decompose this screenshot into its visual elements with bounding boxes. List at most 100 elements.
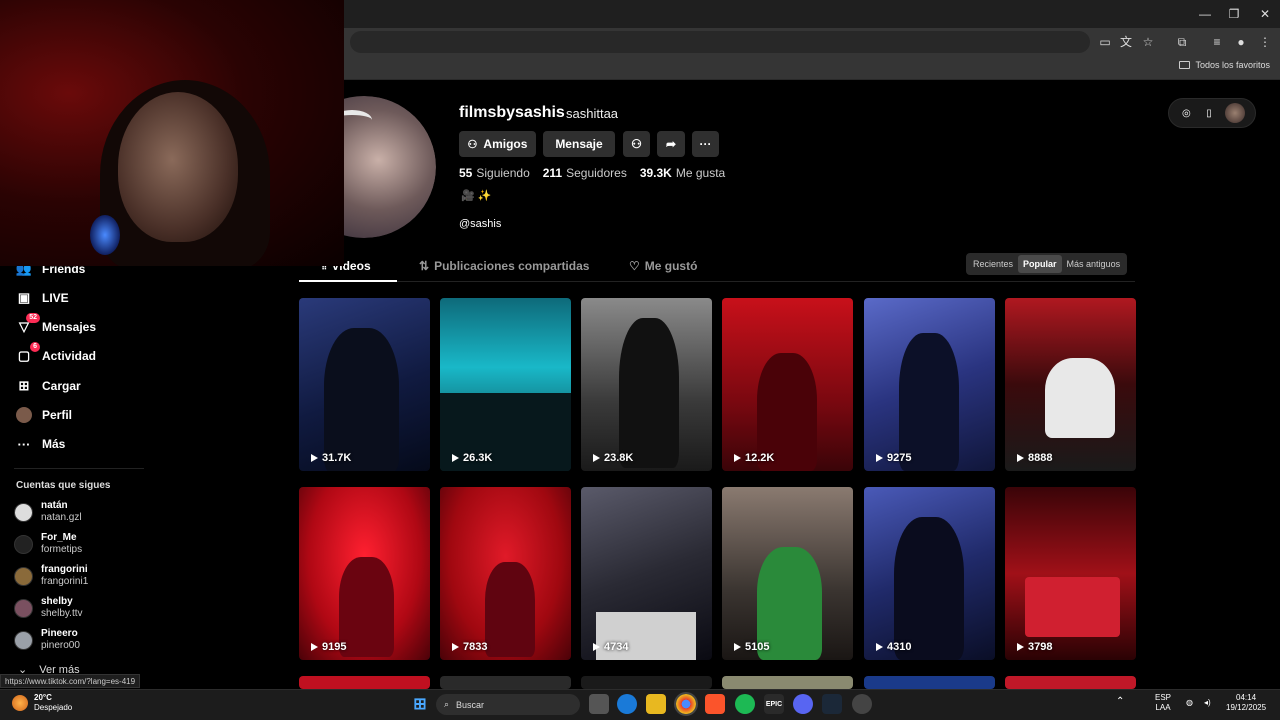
compass-icon[interactable]: ◎ [1179, 106, 1193, 120]
sidebar-item-activity[interactable]: ▢ 6 Actividad [16, 342, 96, 367]
tray-chevron-icon[interactable]: ⌃ [1116, 697, 1124, 707]
sidebar-item-profile[interactable]: Perfil [16, 404, 72, 426]
following-item[interactable]: Pineero pinero00 [14, 628, 80, 652]
following-name: shelby [41, 596, 73, 607]
video-tile[interactable]: 4310 [864, 487, 995, 660]
view-count: 3798 [1017, 641, 1052, 653]
steam-icon[interactable] [822, 694, 842, 714]
sidebar-item-live[interactable]: ▣ LIVE [16, 287, 69, 309]
webcam-face [118, 92, 238, 242]
activity-icon: ▢ 6 [16, 342, 40, 364]
following-heading: Cuentas que sigues [16, 480, 111, 491]
view-count-value: 4734 [604, 641, 629, 653]
video-thumbnail [899, 333, 959, 471]
view-count-value: 9195 [322, 641, 347, 653]
friends-button-label: Amigos [483, 137, 528, 151]
discord-icon[interactable] [793, 694, 813, 714]
sidebar-item-more[interactable]: ··· Más [16, 433, 66, 455]
video-tile[interactable] [1005, 676, 1136, 689]
tab-reposts[interactable]: ⇅ Publicaciones compartidas [419, 259, 589, 273]
following-item[interactable]: frangorini frangorini1 [14, 564, 88, 588]
bookmarks-folder-label: Todos los favoritos [1195, 60, 1270, 70]
sort-oldest[interactable]: Más antiguos [1062, 255, 1126, 273]
address-bar[interactable] [350, 31, 1090, 53]
video-tile[interactable]: 7833 [440, 487, 571, 660]
all-bookmarks-folder[interactable]: Todos los favoritos [1179, 60, 1270, 70]
sidebar-item-upload[interactable]: ⊞ Cargar [16, 375, 81, 397]
following-handle: shelby.ttv [41, 608, 83, 619]
video-tile[interactable] [440, 676, 571, 689]
profile-icon[interactable]: ● [1232, 33, 1250, 51]
obs-icon[interactable] [852, 694, 872, 714]
reading-list-icon[interactable]: ≡ [1208, 33, 1226, 51]
video-tile[interactable]: 23.8K [581, 298, 712, 471]
followers-stat[interactable]: 211 Seguidores [543, 166, 627, 180]
video-tile[interactable] [864, 676, 995, 689]
video-tile[interactable]: 5105 [722, 487, 853, 660]
video-thumbnail [485, 562, 535, 657]
windows-start-icon[interactable]: ⊞ [410, 694, 430, 714]
following-item[interactable]: natán natan.gzl [14, 500, 82, 524]
video-tile[interactable]: 4734 [581, 487, 712, 660]
following-handle: natan.gzl [41, 512, 82, 523]
video-tile[interactable]: 12.2K [722, 298, 853, 471]
video-tile[interactable]: 31.7K [299, 298, 430, 471]
epic-games-icon[interactable]: EPIC [764, 694, 784, 714]
account-avatar[interactable] [1224, 103, 1245, 123]
video-tile[interactable] [299, 676, 430, 689]
chrome-icon[interactable] [674, 692, 698, 716]
video-tile[interactable]: 9195 [299, 487, 430, 660]
task-view-icon[interactable] [589, 694, 609, 714]
play-icon [311, 643, 318, 651]
following-stat[interactable]: 55 Siguiendo [459, 166, 530, 180]
tab-label: Me gustó [644, 259, 698, 273]
maximize-button[interactable]: ❐ [1219, 4, 1249, 24]
message-button[interactable]: Mensaje [543, 131, 615, 157]
cast-icon[interactable]: ▭ [1096, 33, 1114, 51]
profile-avatar-large[interactable] [340, 96, 436, 238]
view-count-value: 3798 [1028, 641, 1053, 653]
friends-button[interactable]: ⚇ Amigos [459, 131, 536, 157]
play-icon [876, 454, 883, 462]
video-tile[interactable] [581, 676, 712, 689]
video-tile[interactable]: 26.3K [440, 298, 571, 471]
share-button[interactable]: ➦ [657, 131, 685, 157]
network-icon[interactable]: ◍ [1186, 698, 1193, 708]
extensions-icon[interactable]: ⧉ [1173, 33, 1191, 51]
bookmark-star-icon[interactable]: ☆ [1139, 33, 1157, 51]
translate-icon[interactable]: 文 [1117, 33, 1135, 51]
sort-recent[interactable]: Recientes [968, 255, 1018, 273]
following-name: Pineero [41, 628, 78, 639]
volume-icon[interactable]: ◂) [1204, 698, 1211, 708]
spotify-icon[interactable] [735, 694, 755, 714]
video-tile[interactable] [722, 676, 853, 689]
view-count-value: 12.2K [745, 452, 775, 464]
video-tile[interactable]: 8888 [1005, 298, 1136, 471]
upload-icon: ⊞ [18, 378, 30, 393]
brave-icon[interactable] [705, 694, 725, 714]
file-explorer-icon[interactable] [646, 694, 666, 714]
video-tile[interactable]: 9275 [864, 298, 995, 471]
video-thumbnail [619, 318, 679, 468]
user-icon: ⚇ [467, 138, 478, 151]
sidebar-item-messages[interactable]: ▽ 52 Mensajes [16, 313, 96, 338]
suggested-accounts-button[interactable]: ⚇ [623, 131, 650, 157]
taskbar-search[interactable]: ⌕ Buscar [436, 694, 580, 715]
more-options-button[interactable]: ··· [692, 131, 719, 157]
tab-liked[interactable]: ♡ Me gustó [629, 259, 697, 273]
sort-selector: Recientes Popular Más antiguos [966, 253, 1128, 275]
view-count-value: 7833 [463, 641, 488, 653]
browser-menu-icon[interactable]: ⋮ [1256, 33, 1274, 51]
clock[interactable]: 04:14 19/12/2025 [1226, 693, 1266, 713]
following-item[interactable]: shelby shelby.ttv [14, 596, 83, 620]
close-window-button[interactable]: ✕ [1250, 4, 1280, 24]
edge-icon[interactable] [617, 694, 637, 714]
video-tile[interactable]: 3798 [1005, 487, 1136, 660]
minimize-button[interactable]: — [1190, 4, 1220, 24]
following-item[interactable]: For_Me formetips [14, 532, 82, 556]
weather-widget[interactable]: 20°C Despejado [12, 693, 72, 713]
sort-popular[interactable]: Popular [1018, 255, 1062, 273]
phone-icon[interactable]: ▯ [1202, 106, 1216, 120]
input-language[interactable]: ESP LAA [1155, 693, 1171, 713]
screen: — ❐ ✕ ▭ 文 ☆ ⧉ ≡ ● ⋮ Todos los favoritos … [0, 0, 1280, 720]
